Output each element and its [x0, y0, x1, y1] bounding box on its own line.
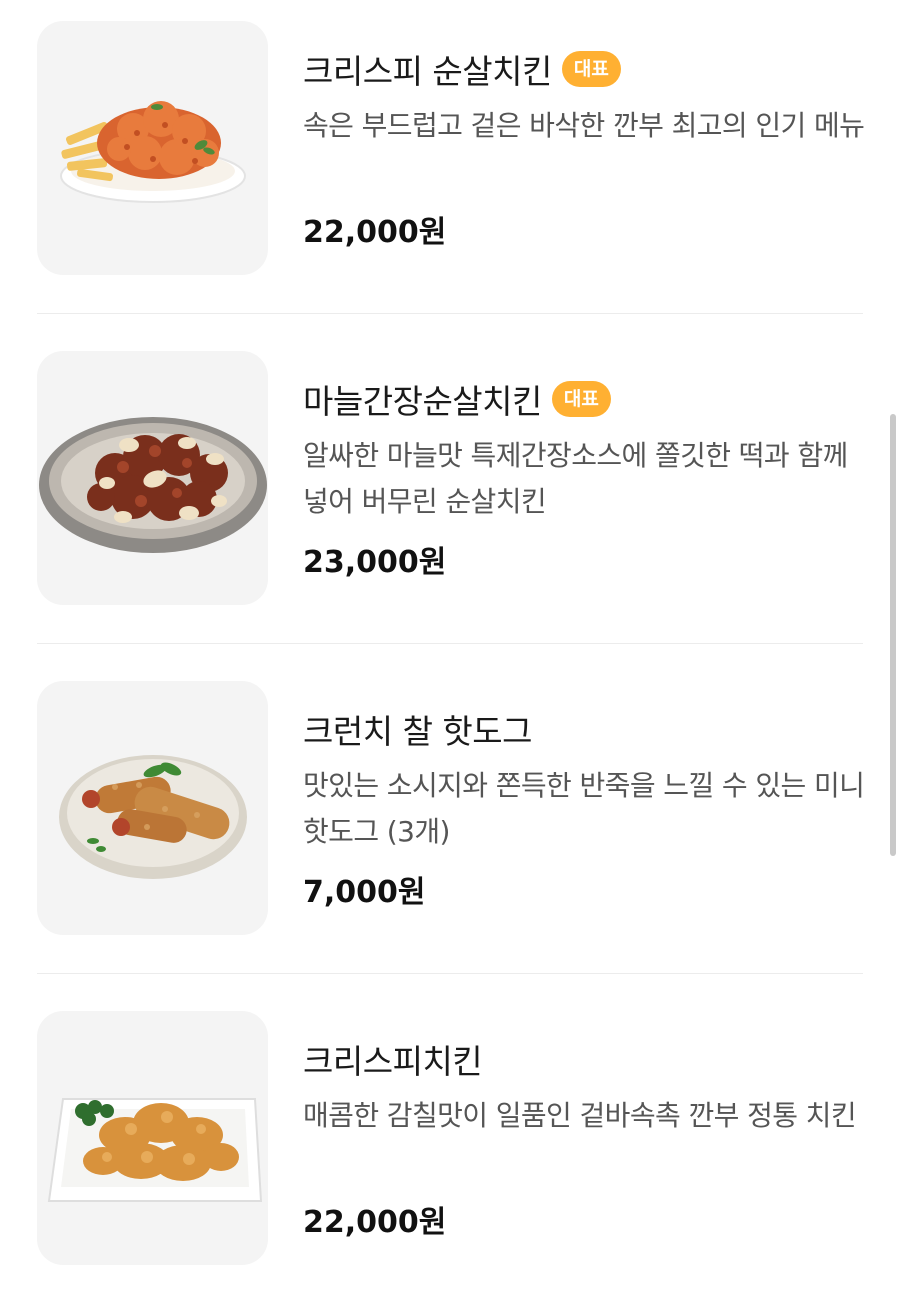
menu-item-image[interactable] — [37, 681, 268, 935]
menu-item-description: 알싸한 마늘맛 특제간장소스에 쫄깃한 떡과 함께 넣어 버무린 순살치킨 — [303, 439, 848, 518]
crunch-hotdog-image — [59, 755, 247, 879]
scrollbar-thumb[interactable] — [890, 414, 896, 856]
menu-item-image[interactable] — [37, 21, 268, 275]
menu-item-price: 7,000원 — [303, 875, 426, 910]
garlic-soy-boneless-chicken-image — [39, 417, 267, 553]
divider — [37, 313, 863, 314]
menu-item-garlic-soy-boneless-chicken[interactable]: 마늘간장순살치킨 대표 알싸한 마늘맛 특제간장소스에 쫄깃한 떡과 함께 넣어… — [37, 351, 863, 605]
menu-item-name: 마늘간장순살치킨 — [303, 382, 542, 421]
menu-item-description: 맛있는 소시지와 쫀득한 반죽을 느낄 수 있는 미니 핫도그 (3개) — [303, 769, 865, 848]
menu-item-crispy-chicken[interactable]: 크리스피치킨 매콤한 감칠맛이 일품인 겉바속촉 깐부 정통 치킨 22,000… — [37, 1011, 863, 1265]
menu-item-description: 속은 부드럽고 겉은 바삭한 깐부 최고의 인기 메뉴 — [303, 109, 865, 142]
menu-item-name: 크리스피 순살치킨 — [303, 52, 552, 91]
crispy-boneless-chicken-image — [60, 101, 246, 203]
divider — [37, 973, 863, 974]
menu-item-name: 크런치 찰 핫도그 — [303, 712, 533, 751]
menu-item-crispy-boneless-chicken[interactable]: 크리스피 순살치킨 대표 속은 부드럽고 겉은 바삭한 깐부 최고의 인기 메뉴… — [37, 21, 865, 275]
signature-badge: 대표 — [551, 381, 611, 417]
menu-item-title-row: 크리스피 순살치킨 대표 — [303, 45, 621, 93]
divider — [37, 643, 863, 644]
vertical-scrollbar[interactable] — [886, 0, 900, 1301]
crispy-chicken-image — [47, 1098, 263, 1202]
menu-item-price: 22,000원 — [303, 215, 447, 250]
signature-badge: 대표 — [561, 51, 621, 87]
menu-item-name: 크리스피치킨 — [303, 1042, 483, 1081]
menu-item-title-row: 마늘간장순살치킨 대표 — [303, 375, 611, 423]
menu-item-image[interactable] — [37, 351, 268, 605]
menu-item-crunch-hotdog[interactable]: 크런치 찰 핫도그 맛있는 소시지와 쫀득한 반죽을 느낄 수 있는 미니 핫도… — [37, 681, 865, 935]
menu-item-title-row: 크리스피치킨 — [303, 1035, 483, 1083]
menu-item-title-row: 크런치 찰 핫도그 — [303, 705, 533, 753]
menu-item-description: 매콤한 감칠맛이 일품인 겉바속촉 깐부 정통 치킨 — [303, 1099, 857, 1132]
menu-item-price: 23,000원 — [303, 545, 447, 580]
menu-item-price: 22,000원 — [303, 1205, 447, 1240]
menu-item-image[interactable] — [37, 1011, 268, 1265]
